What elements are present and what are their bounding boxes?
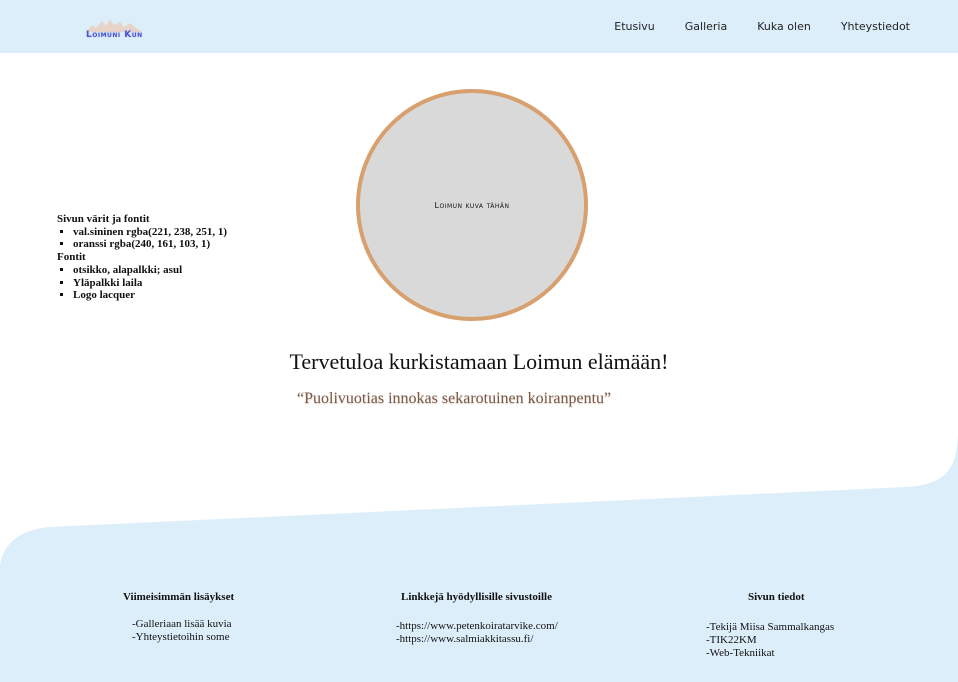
fonts-title: Fontit	[57, 251, 86, 264]
top-bar: Loimuni Kun Etusivu Galleria Kuka olen Y…	[0, 0, 958, 53]
info-line: -Tekijä Miisa Sammalkangas	[706, 621, 835, 633]
nav-galleria[interactable]: Galleria	[685, 20, 727, 33]
site-info-title: Sivun tiedot	[748, 591, 805, 603]
profile-image-placeholder: Loimun kuva tähän	[356, 89, 588, 321]
nav-kuka-olen[interactable]: Kuka olen	[757, 20, 811, 33]
welcome-heading: Tervetuloa kurkistamaan Loimun elämään!	[0, 349, 958, 375]
nav-yhteystiedot[interactable]: Yhteystiedot	[841, 20, 910, 33]
footer-site-info: Sivun tiedot -Tekijä Miisa Sammalkangas …	[706, 591, 834, 660]
font-list: otsikko, alapalkki; asul Yläpalkki laila…	[57, 264, 227, 302]
main-nav: Etusivu Galleria Kuka olen Yhteystiedot	[614, 20, 910, 33]
font-item: otsikko, alapalkki; asul	[73, 264, 227, 277]
image-placeholder-text: Loimun kuva tähän	[434, 200, 510, 210]
link-item[interactable]: -https://www.salmiakkitassu.fi/	[396, 633, 558, 646]
welcome-text: Tervetuloa kurkistamaan Loimun elämään!	[289, 349, 669, 374]
color-list: val.sininen rgba(221, 238, 251, 1) orans…	[57, 226, 227, 251]
font-item: Yläpalkki laila	[73, 277, 227, 290]
link-item[interactable]: -https://www.petenkoiratarvike.com/	[396, 620, 558, 633]
tagline: “Puolivuotias innokas sekarotuinen koira…	[297, 390, 612, 407]
logo-text: Loimuni Kun	[86, 30, 143, 40]
font-item: Logo lacquer	[73, 289, 227, 302]
site-logo[interactable]: Loimuni Kun	[80, 14, 148, 44]
update-line: -Galleriaan lisää kuvia	[132, 618, 232, 630]
useful-links-title: Linkkejä hyödyllisille sivustoille	[401, 591, 552, 603]
color-item: oranssi rgba(240, 161, 103, 1)	[73, 238, 227, 251]
style-info: Sivun värit ja fontit val.sininen rgba(2…	[57, 213, 227, 302]
info-line: -Web-Tekniikat	[706, 647, 775, 659]
footer-latest-updates: Viimeisimmän lisäykset -Galleriaan lisää…	[123, 591, 234, 644]
update-line: -Yhteystietoihin some	[132, 631, 230, 643]
latest-updates-title: Viimeisimmän lisäykset	[123, 591, 235, 603]
color-item: val.sininen rgba(221, 238, 251, 1)	[73, 226, 227, 239]
footer-useful-links: Linkkejä hyödyllisille sivustoille -http…	[396, 591, 558, 646]
style-info-title: Sivun värit ja fontit	[57, 213, 150, 225]
nav-etusivu[interactable]: Etusivu	[614, 20, 655, 33]
info-line: -TIK22KM	[706, 634, 757, 646]
